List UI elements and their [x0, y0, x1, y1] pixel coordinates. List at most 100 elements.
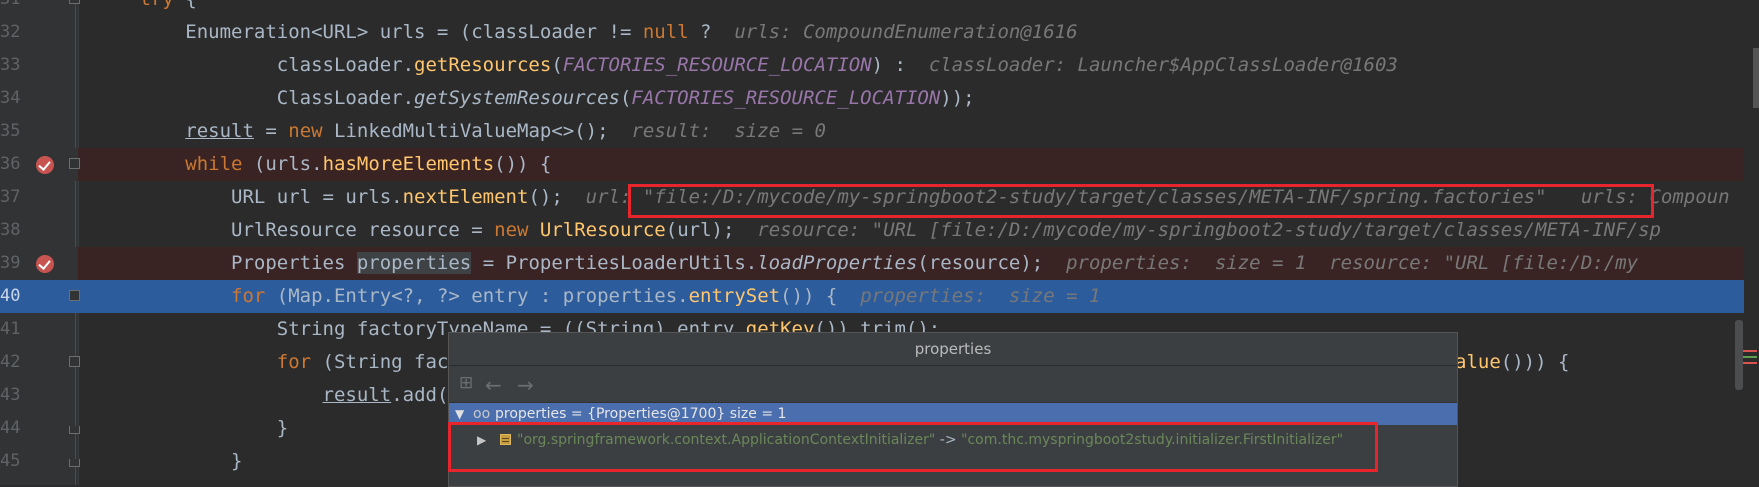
line-number[interactable]: 39 — [0, 247, 20, 280]
code-text[interactable]: try { — [48, 0, 197, 16]
code-text[interactable]: } — [48, 445, 242, 478]
code-text[interactable]: result = new LinkedMultiValueMap<>(); re… — [48, 115, 826, 148]
code-text[interactable]: Properties properties = PropertiesLoader… — [48, 247, 1638, 280]
code-token: Enumeration<URL> urls = (classLoader != — [48, 21, 643, 43]
code-token: loadProperties — [757, 252, 918, 274]
inline-debug-value: properties: size = 1 — [860, 285, 1101, 307]
inline-debug-value: classLoader: Launcher$AppClassLoader@160… — [928, 54, 1398, 76]
code-token: properties — [356, 252, 472, 274]
code-token: for — [276, 351, 312, 373]
back-arrow-icon[interactable]: ← — [485, 373, 502, 397]
code-token: URL url = urls. — [48, 186, 403, 208]
line-number[interactable]: 35 — [0, 115, 20, 148]
code-token: result — [185, 120, 254, 142]
code-token: (urls. — [242, 153, 323, 175]
code-token: ()) { — [780, 285, 861, 307]
variable-inspector-popup[interactable]: properties ⊞ ← → ▼ oo properties = {Prop… — [448, 332, 1458, 487]
code-token: { — [174, 0, 196, 10]
code-line-38[interactable]: 38 UrlResource resource = new UrlResourc… — [0, 214, 1744, 247]
code-token: ( — [619, 87, 632, 109]
code-line-33[interactable]: 33 classLoader.getResources(FACTORIES_RE… — [0, 49, 1744, 82]
annotation-box-entry — [448, 422, 1378, 472]
code-token: } — [48, 417, 289, 439]
popup-toolbar: ⊞ ← → — [449, 366, 1457, 403]
code-token: getResources — [414, 54, 552, 76]
code-token: (url); — [665, 219, 758, 241]
code-token: } — [48, 450, 243, 472]
code-token: ) : — [871, 54, 929, 76]
code-token: Properties — [48, 252, 357, 274]
code-token: while — [185, 153, 243, 175]
code-text[interactable]: classLoader.getResources(FACTORIES_RESOU… — [48, 49, 1398, 82]
code-line-31[interactable]: 31 try { — [0, 0, 1744, 16]
code-line-40[interactable]: 40 for (Map.Entry<?, ?> entry : properti… — [0, 280, 1744, 313]
popup-title: properties — [449, 333, 1457, 366]
code-text[interactable]: while (urls.hasMoreElements()) { — [48, 148, 551, 181]
code-token: ( — [551, 54, 563, 76]
code-token: UrlResource — [539, 219, 666, 241]
error-stripe-mark[interactable] — [1743, 362, 1757, 364]
code-token: (Map.Entry<?, ?> entry : properties. — [265, 285, 689, 307]
code-token: (resource); — [917, 252, 1067, 274]
code-line-35[interactable]: 35 result = new LinkedMultiValueMap<>();… — [0, 115, 1744, 148]
code-token: hasMoreElements — [322, 153, 495, 175]
code-line-34[interactable]: 34 ClassLoader.getSystemResources(FACTOR… — [0, 82, 1744, 115]
code-token: (); — [528, 186, 586, 208]
inline-debug-value: urls: CompoundEnumeration@1616 — [734, 21, 1078, 43]
inline-debug-value: result: size = 0 — [631, 120, 826, 142]
code-text[interactable]: ClassLoader.getSystemResources(FACTORIES… — [48, 82, 975, 115]
vertical-scrollbar[interactable] — [1735, 320, 1743, 390]
code-token: nextElement — [402, 186, 529, 208]
code-token: getSystemResources — [414, 87, 620, 109]
code-token: FACTORIES_RESOURCE_LOCATION — [631, 87, 941, 109]
code-token: classLoader. — [48, 54, 415, 76]
line-number[interactable]: 40 — [0, 280, 20, 313]
scroll-marker — [1753, 48, 1759, 108]
line-number[interactable]: 38 — [0, 214, 20, 247]
code-token: ()) { — [494, 153, 552, 175]
line-number[interactable]: 45 — [0, 445, 20, 478]
line-number[interactable]: 41 — [0, 313, 20, 346]
code-token: try — [140, 0, 174, 10]
code-token: FACTORIES_RESOURCE_LOCATION — [562, 54, 872, 76]
line-number[interactable]: 36 — [0, 148, 20, 181]
code-line-39[interactable]: 39 Properties properties = PropertiesLoa… — [0, 247, 1744, 280]
code-token: = — [253, 120, 289, 142]
tree-view-icon[interactable]: ⊞ — [459, 373, 473, 393]
line-number[interactable]: 32 — [0, 16, 20, 49]
code-line-36[interactable]: 36 while (urls.hasMoreElements()) { — [0, 148, 1744, 181]
forward-arrow-icon[interactable]: → — [517, 373, 534, 397]
line-number[interactable]: 37 — [0, 181, 20, 214]
code-token: UrlResource resource = — [48, 219, 495, 241]
line-number[interactable]: 43 — [0, 379, 20, 412]
line-number[interactable]: 31 — [0, 0, 20, 16]
code-text[interactable]: Enumeration<URL> urls = (classLoader != … — [48, 16, 1078, 49]
code-token: = PropertiesLoaderUtils. — [471, 252, 758, 274]
code-token: result — [322, 384, 392, 406]
line-number[interactable]: 33 — [0, 49, 20, 82]
error-stripe-mark[interactable] — [1743, 350, 1757, 352]
code-token: for — [231, 285, 266, 307]
code-text[interactable]: UrlResource resource = new UrlResource(u… — [48, 214, 1661, 247]
code-text[interactable]: } — [48, 412, 288, 445]
code-line-32[interactable]: 32 Enumeration<URL> urls = (classLoader … — [0, 16, 1744, 49]
change-stripe-mark[interactable] — [1743, 356, 1757, 358]
annotation-box-url-hint — [628, 184, 1654, 218]
code-token: entrySet — [688, 285, 781, 307]
line-number[interactable]: 42 — [0, 346, 20, 379]
code-token: new — [494, 219, 529, 241]
inline-debug-value: resource: "URL [file:/D:/mycode/my-sprin… — [757, 219, 1661, 241]
code-token: LinkedMultiValueMap<>(); — [322, 120, 632, 142]
inline-debug-value: properties: size = 1 resource: "URL [fil… — [1066, 252, 1639, 274]
code-text[interactable]: for (Map.Entry<?, ?> entry : properties.… — [48, 280, 1100, 313]
line-number[interactable]: 34 — [0, 82, 20, 115]
code-token: new — [288, 120, 323, 142]
line-number[interactable]: 44 — [0, 412, 20, 445]
